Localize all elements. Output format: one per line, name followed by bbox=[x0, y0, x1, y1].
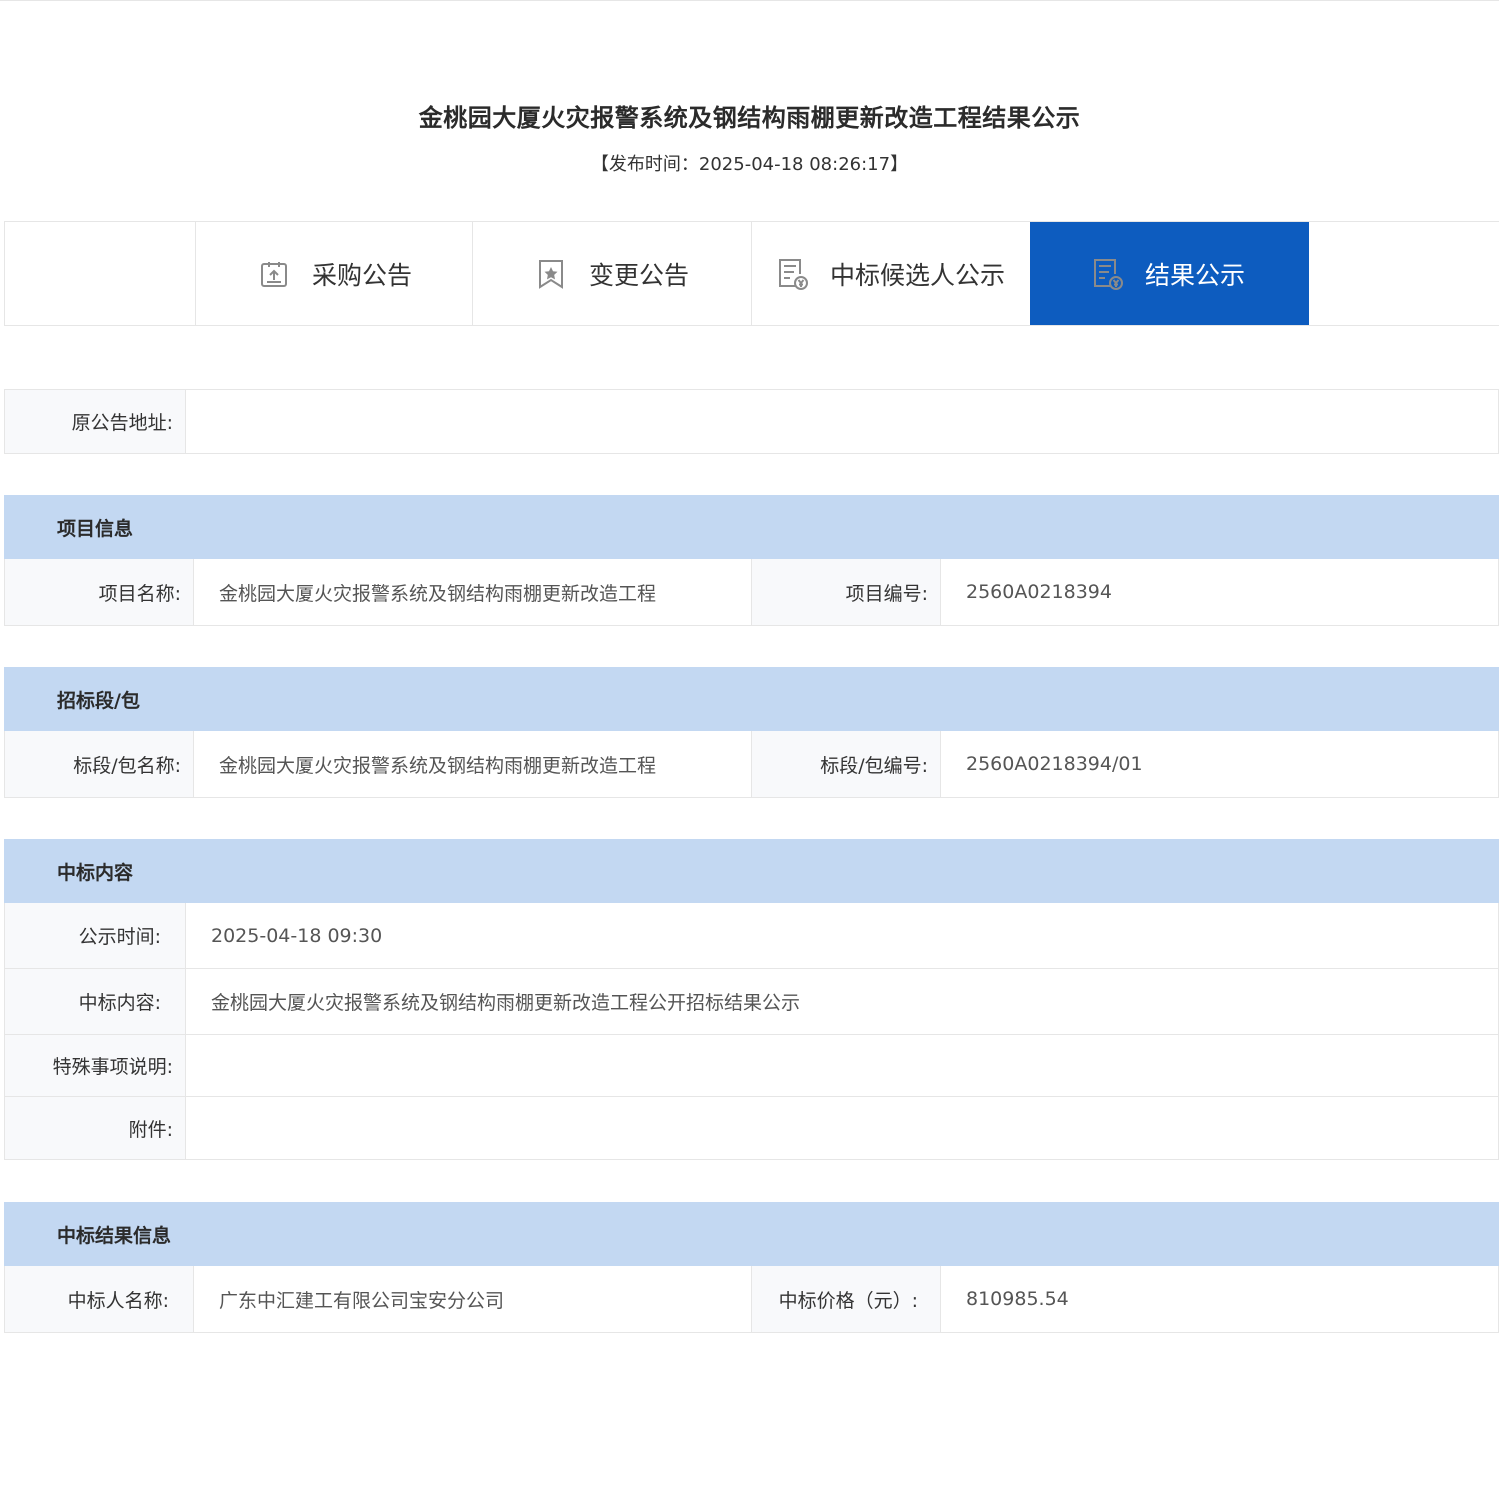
lot-code-value: 2560A0218394/01 bbox=[940, 730, 1499, 798]
page-title: 金桃园大厦火灾报警系统及钢结构雨棚更新改造工程结果公示 bbox=[418, 104, 1081, 132]
award-content-table: 中标内容 公示时间: 2025-04-18 09:30 中标内容: 金桃园大厦火… bbox=[4, 839, 1499, 1160]
document-yen-icon bbox=[1087, 254, 1127, 294]
table-row: 附件: bbox=[4, 1096, 1499, 1160]
tab-label: 变更公告 bbox=[589, 260, 690, 290]
lot-info-heading: 招标段/包 bbox=[4, 667, 1499, 731]
project-name-label: 项目名称: bbox=[4, 558, 194, 626]
top-divider bbox=[0, 0, 1499, 1]
section-header: 项目信息 bbox=[4, 495, 1499, 559]
tab-label: 中标候选人公示 bbox=[830, 260, 1006, 290]
project-info-heading: 项目信息 bbox=[4, 495, 1499, 559]
project-info-table: 项目信息 项目名称: 金桃园大厦火灾报警系统及钢结构雨棚更新改造工程 项目编号:… bbox=[4, 495, 1499, 626]
tab-change-notice[interactable]: 变更公告 bbox=[472, 222, 751, 325]
table-row: 标段/包名称: 金桃园大厦火灾报警系统及钢结构雨棚更新改造工程 标段/包编号: … bbox=[4, 730, 1499, 798]
award-content-heading: 中标内容 bbox=[4, 839, 1499, 903]
table-row: 中标人名称: 广东中汇建工有限公司宝安分公司 中标价格（元）: 810985.5… bbox=[4, 1265, 1499, 1333]
table-row: 中标内容: 金桃园大厦火灾报警系统及钢结构雨棚更新改造工程公开招标结果公示 bbox=[4, 968, 1499, 1035]
bookmark-star-icon bbox=[531, 254, 571, 294]
tab-procurement-notice[interactable]: 采购公告 bbox=[195, 222, 473, 325]
tab-label: 结果公示 bbox=[1145, 260, 1246, 290]
original-address-table: 原公告地址: bbox=[4, 389, 1499, 454]
winner-name-value: 广东中汇建工有限公司宝安分公司 bbox=[193, 1265, 752, 1333]
tab-candidate-notice[interactable]: 中标候选人公示 bbox=[751, 222, 1030, 325]
table-row: 原公告地址: bbox=[4, 389, 1499, 454]
special-notes-label: 特殊事项说明: bbox=[4, 1034, 186, 1097]
attachment-value[interactable] bbox=[185, 1096, 1499, 1160]
award-price-value: 810985.54 bbox=[940, 1265, 1499, 1333]
award-result-table: 中标结果信息 中标人名称: 广东中汇建工有限公司宝安分公司 中标价格（元）: 8… bbox=[4, 1202, 1499, 1333]
lot-info-table: 招标段/包 标段/包名称: 金桃园大厦火灾报警系统及钢结构雨棚更新改造工程 标段… bbox=[4, 667, 1499, 798]
publicity-time-value: 2025-04-18 09:30 bbox=[185, 902, 1499, 969]
project-code-value: 2560A0218394 bbox=[940, 558, 1499, 626]
upload-document-icon bbox=[254, 254, 294, 294]
section-header: 中标内容 bbox=[4, 839, 1499, 903]
document-yen-icon bbox=[772, 254, 812, 294]
lot-code-label: 标段/包编号: bbox=[751, 730, 941, 798]
table-row: 项目名称: 金桃园大厦火灾报警系统及钢结构雨棚更新改造工程 项目编号: 2560… bbox=[4, 558, 1499, 626]
section-header: 中标结果信息 bbox=[4, 1202, 1499, 1266]
table-row: 公示时间: 2025-04-18 09:30 bbox=[4, 902, 1499, 969]
award-content-value: 金桃园大厦火灾报警系统及钢结构雨棚更新改造工程公开招标结果公示 bbox=[185, 968, 1499, 1035]
section-header: 招标段/包 bbox=[4, 667, 1499, 731]
winner-name-label: 中标人名称: bbox=[4, 1265, 194, 1333]
lot-name-label: 标段/包名称: bbox=[4, 730, 194, 798]
publish-time: 【发布时间：2025-04-18 08:26:17】 bbox=[590, 154, 909, 175]
notice-tab-bar: 采购公告 变更公告 中标候选人公示 结果公示 bbox=[4, 221, 1499, 326]
publicity-time-label: 公示时间: bbox=[4, 902, 186, 969]
award-price-label: 中标价格（元）: bbox=[751, 1265, 941, 1333]
original-address-label: 原公告地址: bbox=[4, 389, 186, 454]
table-row: 特殊事项说明: bbox=[4, 1034, 1499, 1097]
lot-name-value: 金桃园大厦火灾报警系统及钢结构雨棚更新改造工程 bbox=[193, 730, 752, 798]
project-code-label: 项目编号: bbox=[751, 558, 941, 626]
special-notes-value bbox=[185, 1034, 1499, 1097]
tab-label: 采购公告 bbox=[312, 260, 413, 290]
original-address-value[interactable] bbox=[185, 389, 1499, 454]
project-name-value: 金桃园大厦火灾报警系统及钢结构雨棚更新改造工程 bbox=[193, 558, 752, 626]
award-content-label: 中标内容: bbox=[4, 968, 186, 1035]
attachment-label: 附件: bbox=[4, 1096, 186, 1160]
tab-result-notice[interactable]: 结果公示 bbox=[1030, 222, 1309, 325]
award-result-heading: 中标结果信息 bbox=[4, 1202, 1499, 1266]
